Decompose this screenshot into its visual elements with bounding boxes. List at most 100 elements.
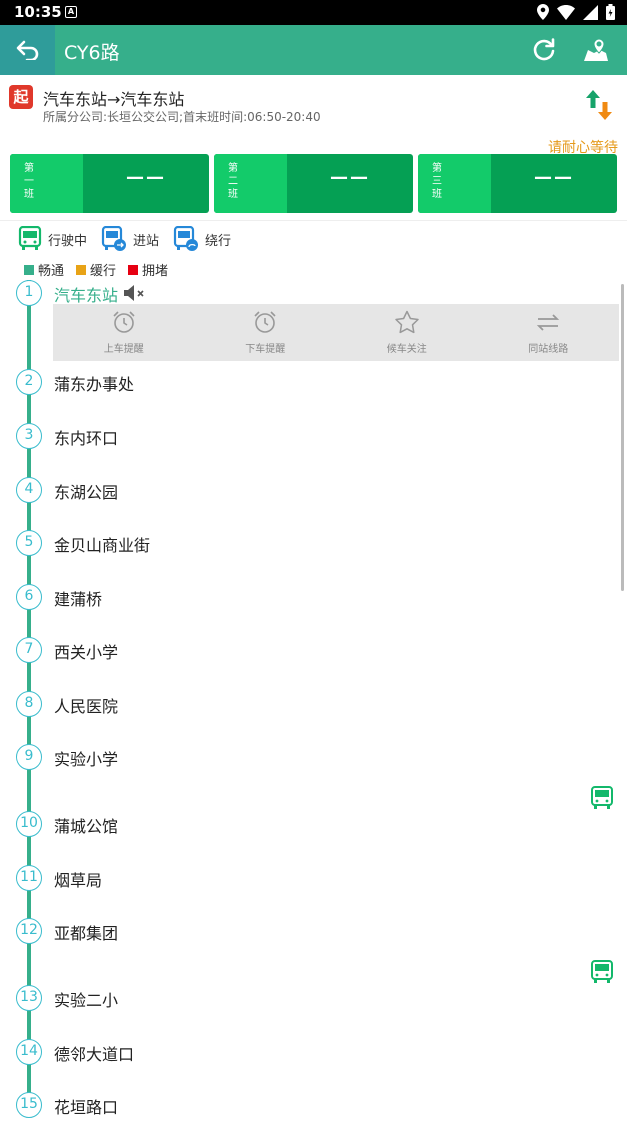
station-number: 9 (16, 744, 42, 770)
start-badge: 起 (9, 85, 33, 109)
arrival-label: 第三班 (418, 154, 491, 213)
signal-icon (583, 4, 598, 20)
station-name: 汽车东站 (54, 286, 119, 305)
legend-label: 行驶中 (48, 233, 88, 249)
company-info: 所属分公司:长垣公交公司;首末班时间:06:50-20:40 (43, 110, 321, 124)
station-number: 6 (16, 584, 42, 610)
route-title: CY6路 (64, 42, 120, 64)
alarm-icon (254, 311, 276, 333)
station-item[interactable]: 13 实验二小 (0, 985, 620, 1015)
station-name: 建蒲桥 (54, 590, 103, 609)
station-number: 15 (16, 1092, 42, 1118)
route-direction: 汽车东站→汽车东站 (43, 90, 185, 109)
back-button[interactable] (0, 25, 55, 75)
station-number: 4 (16, 477, 42, 503)
legend-jam: 拥堵 (128, 260, 168, 279)
bus-arriving-icon (101, 226, 127, 251)
bus-running-icon[interactable] (591, 786, 613, 810)
station-number: 12 (16, 918, 42, 944)
alarm-icon (113, 311, 135, 333)
station-name: 蒲城公馆 (54, 817, 119, 836)
bus-status-legend: 行驶中 进站 绕行 (18, 226, 245, 252)
station-item[interactable]: 11 烟草局 (0, 865, 620, 895)
arrival-value: —— (126, 167, 166, 188)
app-bar: CY6路 (0, 25, 627, 75)
same-station-lines-button[interactable]: 同站线路 (478, 304, 620, 361)
station-action-panel: 上车提醒 下车提醒 候车关注 同站线路 (53, 304, 619, 361)
station-item[interactable]: 14 德邻大道口 (0, 1039, 620, 1069)
arrival-card-3[interactable]: 第三班 —— (418, 154, 617, 213)
divider (0, 220, 627, 221)
mute-speaker-icon[interactable] (123, 284, 147, 302)
station-item[interactable]: 5 金贝山商业街 (0, 530, 620, 560)
station-item[interactable]: 4 东湖公园 (0, 477, 620, 507)
status-time: 10:35 (14, 3, 62, 21)
star-icon (395, 310, 419, 334)
arrival-card-2[interactable]: 第二班 —— (214, 154, 413, 213)
legend-label: 绕行 (205, 233, 232, 249)
arrival-card-1[interactable]: 第一班 —— (10, 154, 209, 213)
station-number: 3 (16, 423, 42, 449)
board-reminder-button[interactable]: 上车提醒 (53, 304, 195, 361)
jam-swatch (128, 264, 139, 275)
legend-smooth: 畅通 (24, 260, 64, 279)
bus-running-icon (18, 226, 42, 250)
legend-slow: 缓行 (76, 260, 116, 279)
station-number: 2 (16, 369, 42, 395)
alight-reminder-button[interactable]: 下车提醒 (195, 304, 337, 361)
battery-icon (606, 4, 615, 20)
arrival-label: 第一班 (10, 154, 83, 213)
status-icons (537, 4, 615, 20)
station-item[interactable]: 8 人民医院 (0, 691, 620, 721)
station-name: 实验二小 (54, 991, 119, 1010)
station-name: 烟草局 (54, 871, 103, 890)
bus-detour-icon (173, 226, 199, 251)
action-label: 同站线路 (528, 344, 569, 355)
scrollbar[interactable] (621, 284, 624, 591)
legend-label: 进站 (133, 233, 160, 249)
status-bar: 10:35 A (0, 0, 627, 25)
station-item[interactable]: 15 花垣路口 (0, 1092, 620, 1122)
follow-station-button[interactable]: 候车关注 (336, 304, 478, 361)
refresh-icon[interactable] (530, 36, 558, 64)
action-label: 下车提醒 (245, 344, 286, 355)
traffic-legend: 畅通 缓行 拥堵 (24, 260, 180, 279)
location-icon (537, 4, 549, 20)
station-item[interactable]: 9 实验小学 (0, 744, 620, 774)
station-number: 13 (16, 985, 42, 1011)
route-info: 起 汽车东站→汽车东站 所属分公司:长垣公交公司;首末班时间:06:50-20:… (0, 75, 627, 135)
legend-detour: 绕行 (173, 226, 231, 252)
station-list: 1 汽车东站 2 蒲东办事处 3 东内环口 4 东湖公园 5 金贝山商业街 6 建蒲桥 7西… (0, 280, 627, 1118)
smooth-swatch (24, 264, 34, 275)
station-item[interactable]: 12 亚都集团 (0, 918, 620, 948)
station-number: 10 (16, 811, 42, 837)
station-number: 1 (16, 280, 42, 306)
station-number: 7 (16, 637, 42, 663)
station-name: 实验小学 (54, 750, 119, 769)
swap-direction-icon[interactable] (584, 88, 614, 122)
legend-arriving: 进站 (101, 226, 159, 252)
slow-swatch (76, 264, 87, 275)
map-icon[interactable] (582, 36, 610, 64)
station-item[interactable]: 7 西关小学 (0, 637, 620, 667)
action-label: 上车提醒 (103, 344, 144, 355)
arrival-value: —— (330, 167, 370, 188)
station-item[interactable]: 2 蒲东办事处 (0, 369, 620, 399)
station-name: 蒲东办事处 (54, 375, 135, 394)
station-item[interactable]: 10 蒲城公馆 (0, 811, 620, 841)
station-number: 8 (16, 691, 42, 717)
wifi-icon (557, 4, 575, 20)
station-name: 东湖公园 (54, 483, 119, 502)
station-number: 5 (16, 530, 42, 556)
station-name: 德邻大道口 (54, 1045, 135, 1064)
station-name: 花垣路口 (54, 1098, 119, 1117)
station-name: 人民医院 (54, 697, 119, 716)
legend-running: 行驶中 (18, 226, 87, 252)
action-label: 候车关注 (386, 344, 427, 355)
notification-icon: A (65, 6, 77, 18)
station-item[interactable]: 3 东内环口 (0, 423, 620, 453)
station-item[interactable]: 6 建蒲桥 (0, 584, 620, 614)
bus-running-icon[interactable] (591, 960, 613, 984)
back-arrow-icon (16, 40, 38, 60)
arrival-label: 第二班 (214, 154, 287, 213)
